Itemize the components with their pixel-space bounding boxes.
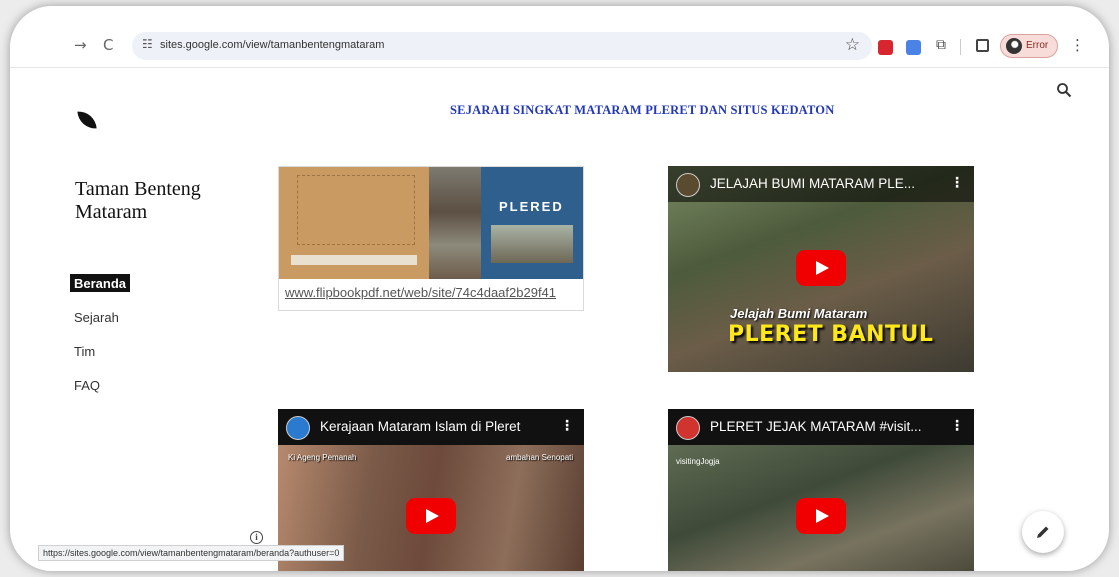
nav-item-faq[interactable]: FAQ: [70, 376, 130, 410]
status-bar-url: https://sites.google.com/view/tamanbente…: [38, 545, 345, 561]
youtube-embed-jelajah[interactable]: JELAJAH BUMI MATARAM PLE... ⋮ Jelajah Bu…: [668, 166, 974, 372]
thumbnail-subtitle: Jelajah Bumi Mataram: [730, 306, 868, 321]
nav-item-beranda[interactable]: Beranda: [70, 274, 131, 292]
site-info-icon[interactable]: ☷: [142, 37, 153, 51]
url-text[interactable]: sites.google.com/view/tamanbentengmatara…: [160, 39, 384, 51]
thumbnail-title: PLERET BANTUL: [728, 322, 934, 347]
book-cover-photo: [491, 225, 573, 263]
book-front-cover: PLERED: [481, 167, 583, 279]
video-title-bar: JELAJAH BUMI MATARAM PLE... ⋮: [668, 166, 974, 202]
browser-window: → C ☷ sites.google.com/view/tamanbenteng…: [10, 6, 1109, 571]
book-cover-image[interactable]: PLERED: [279, 167, 583, 279]
address-bar[interactable]: ☷ sites.google.com/view/tamanbentengmata…: [132, 32, 872, 60]
info-icon[interactable]: i: [250, 531, 263, 544]
site-page: Taman Benteng Mataram Beranda Sejarah Ti…: [10, 68, 1109, 571]
thumbnail-caption-left: Ki Ageng Pemanah: [288, 453, 357, 462]
extension-red-icon[interactable]: [878, 40, 893, 55]
leaf-logo-icon[interactable]: [77, 110, 97, 130]
book-back-cover: [279, 167, 429, 279]
video-title[interactable]: PLERET JEJAK MATARAM #visit...: [710, 419, 932, 434]
book-image-card[interactable]: PLERED www.flipbookpdf.net/web/site/74c4…: [278, 166, 584, 311]
map-illustration: [297, 175, 415, 245]
browser-menu-icon[interactable]: ⋮: [1070, 36, 1085, 54]
book-cover-title: PLERED: [499, 199, 564, 214]
video-more-icon[interactable]: ⋮: [560, 418, 574, 434]
profile-button[interactable]: Error: [1000, 34, 1058, 58]
video-more-icon[interactable]: ⋮: [950, 418, 964, 434]
thumbnail-brand: visitingJogja: [676, 457, 720, 466]
logo-strip: [291, 255, 417, 265]
channel-avatar[interactable]: [676, 416, 700, 440]
browser-toolbar: → C ☷ sites.google.com/view/tamanbenteng…: [10, 6, 1109, 68]
video-title[interactable]: JELAJAH BUMI MATARAM PLE...: [710, 176, 932, 191]
profile-avatar-icon: [1006, 38, 1022, 54]
search-icon[interactable]: [1056, 82, 1072, 98]
play-button-icon[interactable]: [406, 498, 456, 534]
book-spine: [429, 167, 481, 279]
reload-button[interactable]: C: [103, 36, 113, 54]
video-title[interactable]: Kerajaan Mataram Islam di Pleret: [320, 419, 542, 434]
extensions-puzzle-icon[interactable]: ⧉: [932, 36, 950, 54]
profile-label: Error: [1026, 40, 1049, 51]
play-button-icon[interactable]: [796, 498, 846, 534]
thumbnail-caption-right: ambahan Senopati: [506, 453, 574, 462]
toolbar-divider: [960, 39, 961, 55]
video-title-bar: Kerajaan Mataram Islam di Pleret ⋮: [278, 409, 584, 445]
video-more-icon[interactable]: ⋮: [950, 175, 964, 191]
translate-extension-icon[interactable]: [906, 40, 921, 55]
page-heading: SEJARAH SINGKAT MATARAM PLERET DAN SITUS…: [450, 103, 835, 117]
play-button-icon[interactable]: [796, 250, 846, 286]
video-title-bar: PLERET JEJAK MATARAM #visit... ⋮: [668, 409, 974, 445]
channel-avatar[interactable]: [676, 173, 700, 197]
nav-item-sejarah[interactable]: Sejarah: [70, 308, 130, 342]
youtube-embed-jejak[interactable]: PLERET JEJAK MATARAM #visit... ⋮ visitin…: [668, 409, 974, 571]
edit-button[interactable]: [1022, 511, 1064, 553]
side-panel-icon[interactable]: [976, 39, 989, 52]
pencil-icon: [1037, 526, 1049, 538]
flipbook-link[interactable]: www.flipbookpdf.net/web/site/74c4daaf2b2…: [285, 285, 581, 300]
site-title[interactable]: Taman Benteng Mataram: [75, 178, 235, 224]
forward-button[interactable]: →: [74, 36, 87, 54]
channel-avatar[interactable]: [286, 416, 310, 440]
nav-item-tim[interactable]: Tim: [70, 342, 130, 376]
bookmark-star-icon[interactable]: ☆: [845, 35, 860, 55]
site-nav: Beranda Sejarah Tim FAQ: [70, 274, 131, 410]
